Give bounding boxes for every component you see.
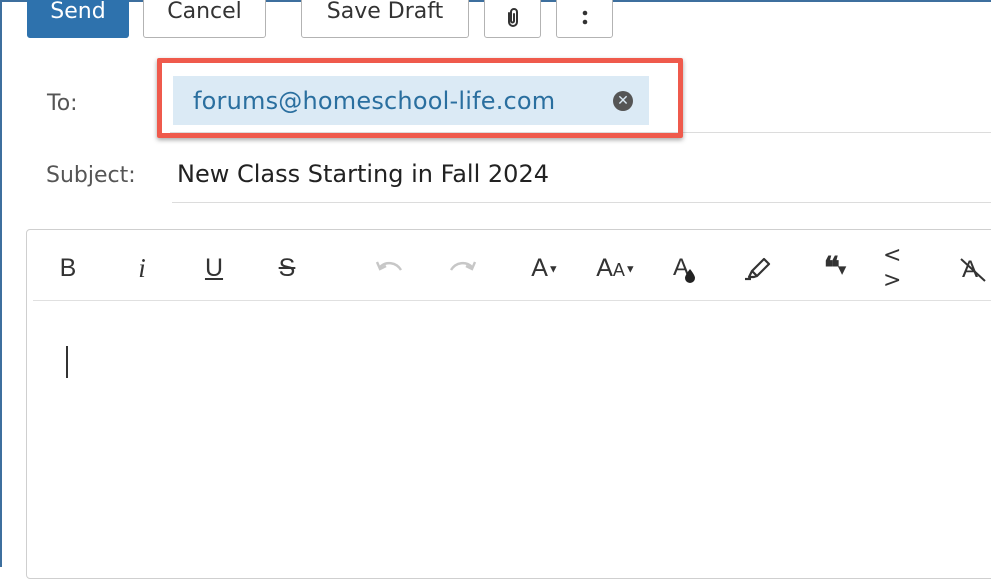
blockquote-button[interactable]: ❝▼ [811, 236, 859, 300]
subject-field-underline [172, 202, 991, 203]
strikethrough-icon: S [278, 253, 296, 282]
undo-icon [375, 261, 403, 271]
italic-button[interactable]: i [129, 236, 155, 300]
font-size-icon: A▼ [531, 253, 559, 282]
bold-button[interactable]: B [55, 236, 81, 300]
more-options-button[interactable] [556, 0, 613, 38]
window-left-border [0, 0, 2, 567]
blockquote-icon: ❝▼ [823, 250, 847, 286]
paperclip-icon [507, 8, 518, 27]
editor-toolbar: B i U S A▼ AA▼ A ❝▼ < > A [33, 236, 991, 301]
highlighter-icon [745, 257, 771, 281]
italic-icon: i [138, 252, 146, 283]
underline-icon: U [204, 253, 224, 282]
strikethrough-button[interactable]: S [270, 236, 304, 300]
cancel-button-label: Cancel [167, 0, 242, 24]
text-cursor [66, 346, 68, 378]
underline-button[interactable]: U [199, 236, 229, 300]
clear-formatting-button[interactable]: A [959, 236, 991, 300]
bold-icon: B [59, 253, 77, 282]
svg-text:A: A [962, 256, 978, 283]
more-vertical-icon [582, 10, 587, 25]
font-size-button[interactable]: A▼ [523, 236, 567, 300]
subject-label: Subject: [46, 163, 136, 188]
font-case-button[interactable]: AA▼ [591, 236, 641, 300]
code-button[interactable]: < > [883, 236, 923, 300]
to-label: To: [47, 91, 78, 116]
cancel-button[interactable]: Cancel [143, 0, 266, 38]
text-color-button[interactable]: A [669, 236, 699, 300]
undo-button[interactable] [371, 236, 407, 300]
send-button[interactable]: Send [27, 0, 129, 38]
code-icon: < > [883, 243, 902, 293]
redo-button[interactable] [445, 236, 481, 300]
clear-formatting-icon: A [960, 256, 986, 283]
attach-button[interactable] [484, 0, 541, 38]
redo-icon [449, 261, 477, 271]
send-button-label: Send [50, 0, 106, 24]
text-color-icon: A [673, 254, 695, 283]
annotation-highlight-box [157, 58, 683, 138]
subject-input[interactable]: New Class Starting in Fall 2024 [177, 160, 549, 188]
save-draft-button-label: Save Draft [326, 0, 444, 24]
save-draft-button[interactable]: Save Draft [301, 0, 469, 38]
font-case-icon: AA▼ [596, 253, 636, 282]
highlight-button[interactable] [739, 236, 775, 300]
